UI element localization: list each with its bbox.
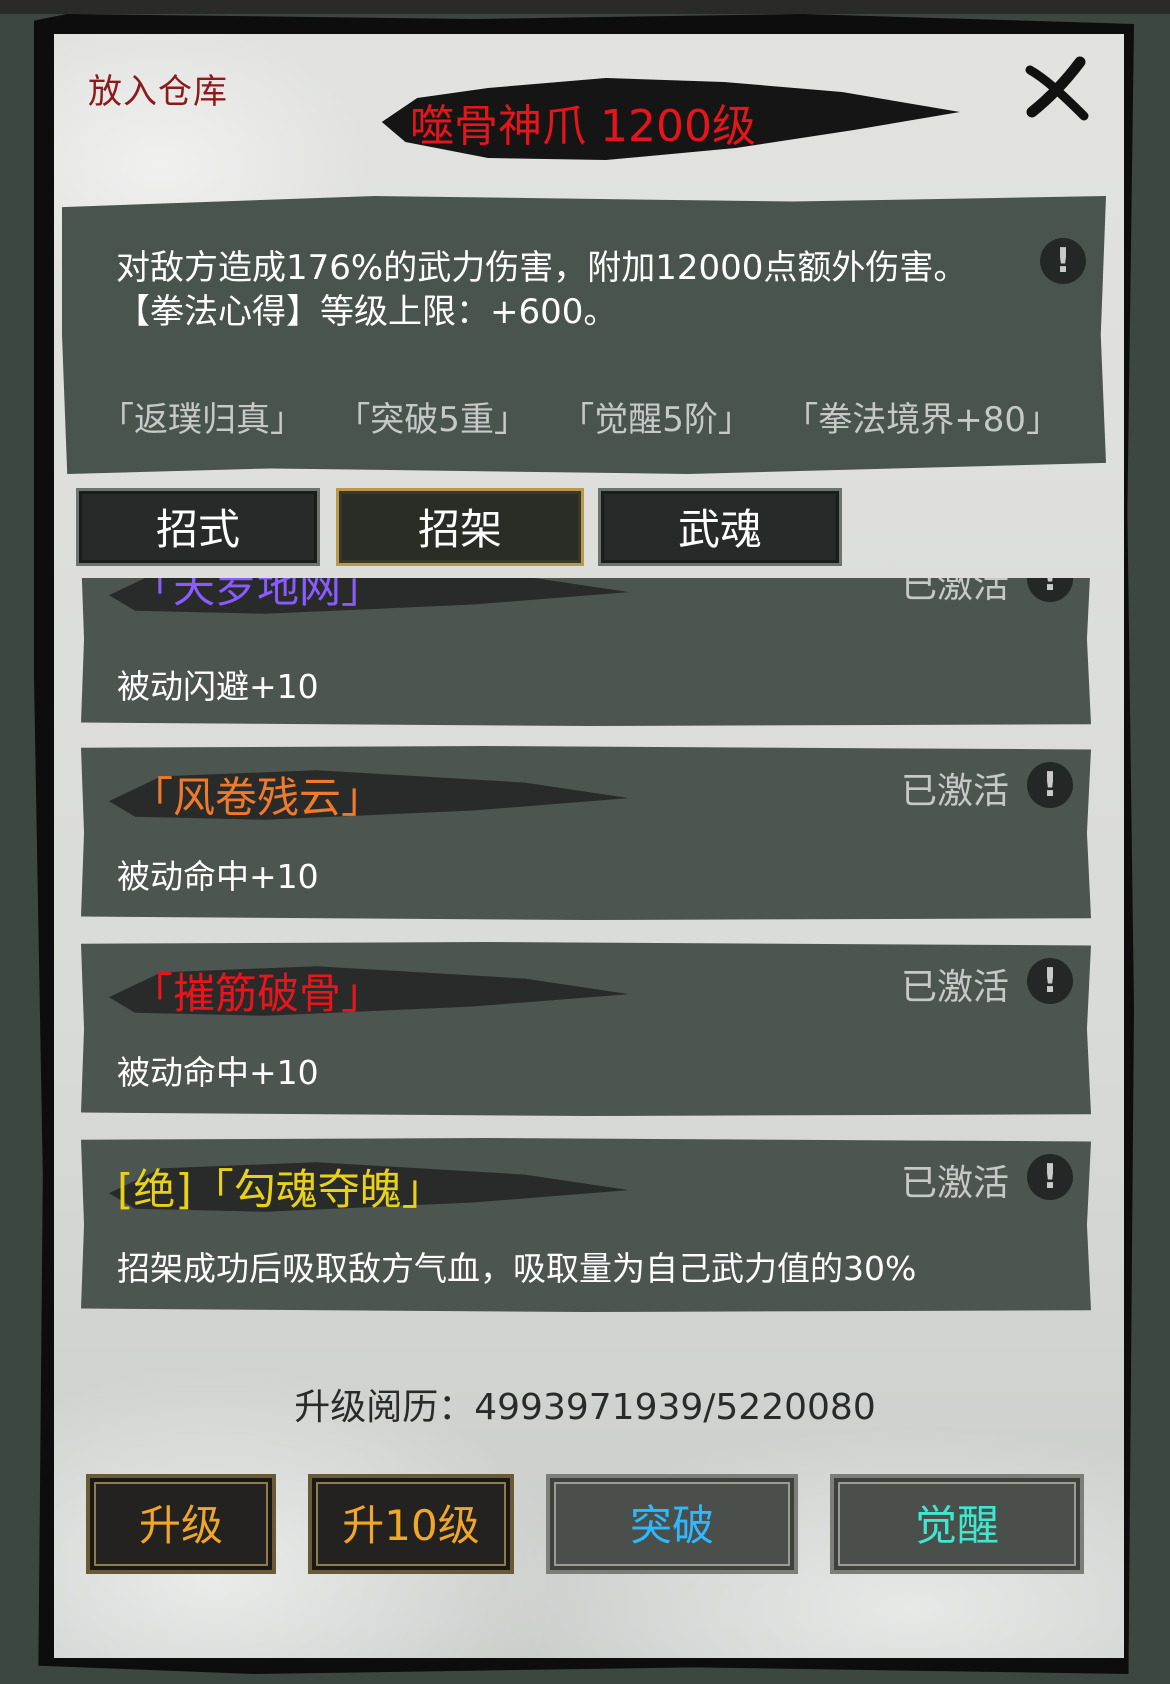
upgrade-10-button[interactable]: 升10级 xyxy=(308,1474,514,1574)
description-line-2: 【拳法心得】等级上限：+600。 xyxy=(116,292,618,332)
skill-status: 已激活 xyxy=(900,578,1009,606)
skill-name: 「天罗地网」 xyxy=(131,578,384,612)
tag-item: 「觉醒5阶」 xyxy=(560,400,752,440)
skill-effect: 招架成功后吸取敌方气血，吸取量为自己武力值的30% xyxy=(117,1249,917,1288)
skill-effect: 被动命中+10 xyxy=(117,1053,319,1092)
close-icon xyxy=(1025,56,1089,121)
info-icon[interactable]: ! xyxy=(1027,578,1073,602)
skill-status: 已激活 xyxy=(900,771,1009,812)
tag-item: 「返璞归真」 xyxy=(100,400,304,440)
info-icon[interactable]: ! xyxy=(1040,238,1086,284)
tag-item: 「突破5重」 xyxy=(336,400,528,440)
tag-item: 「拳法境界+80」 xyxy=(784,400,1060,440)
list-item: 「天罗地网」 已激活 ! 被动闪避+10 xyxy=(81,578,1091,726)
deposit-to-warehouse-button[interactable]: 放入仓库 xyxy=(88,64,228,113)
tab-parry[interactable]: 招架 xyxy=(336,488,584,566)
skill-description: 对敌方造成176%的武力伤害，附加12000点额外伤害。 【拳法心得】等级上限：… xyxy=(116,246,1016,334)
tab-moves[interactable]: 招式 xyxy=(76,488,320,566)
info-icon[interactable]: ! xyxy=(1027,958,1073,1004)
skill-name: [绝]「勾魂夺魄」 xyxy=(117,1165,444,1214)
close-button[interactable] xyxy=(1022,56,1092,126)
description-line-1: 对敌方造成176%的武力伤害，附加12000点额外伤害。 xyxy=(116,248,968,288)
breakthrough-button[interactable]: 突破 xyxy=(546,1474,798,1574)
info-icon[interactable]: ! xyxy=(1027,762,1073,808)
attribute-tags: 「返璞归真」 「突破5重」 「觉醒5阶」 「拳法境界+80」 xyxy=(100,392,1060,441)
list-item: 「摧筋破骨」 已激活 ! 被动命中+10 xyxy=(81,942,1091,1116)
awaken-button[interactable]: 觉醒 xyxy=(830,1474,1084,1574)
tab-soul[interactable]: 武魂 xyxy=(598,488,842,566)
skill-effect: 被动命中+10 xyxy=(117,857,319,896)
item-title: 噬骨神爪 1200级 xyxy=(410,101,756,152)
skill-effect: 被动闪避+10 xyxy=(117,667,319,706)
skill-list[interactable]: 「天罗地网」 已激活 ! 被动闪避+10 「风卷残云」 已激活 ! 被动命中+1… xyxy=(76,578,1096,1318)
skill-status: 已激活 xyxy=(900,967,1009,1008)
skill-status: 已激活 xyxy=(900,1163,1009,1204)
skill-name: 「摧筋破骨」 xyxy=(131,969,384,1018)
skill-name: 「风卷残云」 xyxy=(131,773,384,822)
list-item: 「风卷残云」 已激活 ! 被动命中+10 xyxy=(81,746,1091,920)
upgrade-experience: 升级阅历：4993971939/5220080 xyxy=(294,1387,876,1428)
top-status-strip xyxy=(0,0,1170,14)
list-item: [绝]「勾魂夺魄」 已激活 ! 招架成功后吸取敌方气血，吸取量为自己武力值的30… xyxy=(81,1138,1091,1312)
upgrade-button[interactable]: 升级 xyxy=(86,1474,276,1574)
info-icon[interactable]: ! xyxy=(1027,1154,1073,1200)
